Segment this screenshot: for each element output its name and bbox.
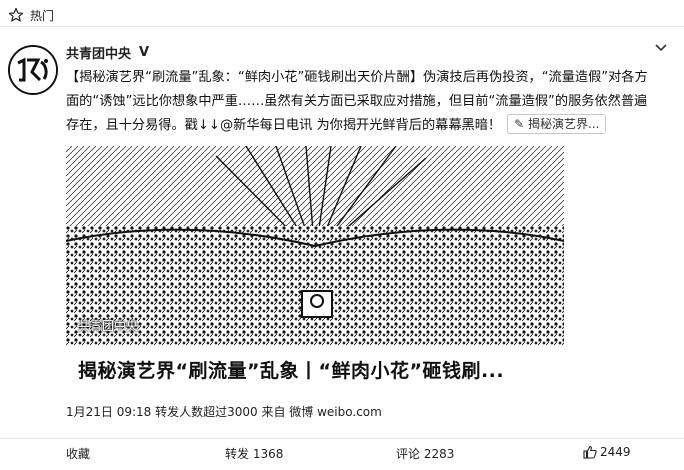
avatar[interactable] [8, 45, 58, 95]
header-divider [0, 26, 684, 27]
post-image[interactable]: 共青团中央 [66, 146, 564, 346]
post-text: 【揭秘演艺界“刷流量”乱象：“鲜肉小花”砸钱刷出天价片酬】伪演技后再伪投资，“流… [66, 66, 652, 138]
avatar-emblem-icon [10, 47, 56, 93]
like-count: 2449 [600, 445, 631, 459]
thumbs-up-icon [583, 445, 597, 459]
favorite-button[interactable]: 收藏 [66, 445, 90, 462]
like-button[interactable]: 2449 [583, 445, 631, 459]
author-line: 共青团中央 V [66, 43, 149, 62]
concert-crowd-image [66, 146, 564, 346]
pencil-icon: ✎ [514, 117, 525, 131]
comment-button[interactable]: 评论 2283 [396, 445, 454, 462]
section-label: 热门 [30, 8, 55, 23]
topic-tag-label: 揭秘演艺界... [528, 117, 600, 131]
post-meta: 1月21日 09:18 转发人数超过3000 来自 微博 weibo.com [66, 405, 382, 419]
chevron-down-icon[interactable] [654, 40, 668, 54]
topic-tag-button[interactable]: ✎ 揭秘演艺界... [507, 114, 607, 134]
image-watermark: 共青团中央 [78, 319, 139, 333]
repost-label: 转发 1368 [225, 447, 284, 461]
comment-label: 评论 2283 [396, 447, 455, 461]
author-name[interactable]: 共青团中央 [66, 43, 131, 62]
repost-button[interactable]: 转发 1368 [225, 445, 283, 462]
link-card-title[interactable]: 揭秘演艺界“刷流量”乱象丨“鲜肉小花”砸钱刷... [78, 356, 504, 383]
verified-badge: V [139, 45, 150, 60]
action-bar: 收藏 转发 1368 评论 2283 2449 [0, 438, 684, 467]
section-header: 热门 [8, 6, 54, 24]
star-icon[interactable] [8, 7, 24, 23]
favorite-label: 收藏 [66, 447, 91, 461]
